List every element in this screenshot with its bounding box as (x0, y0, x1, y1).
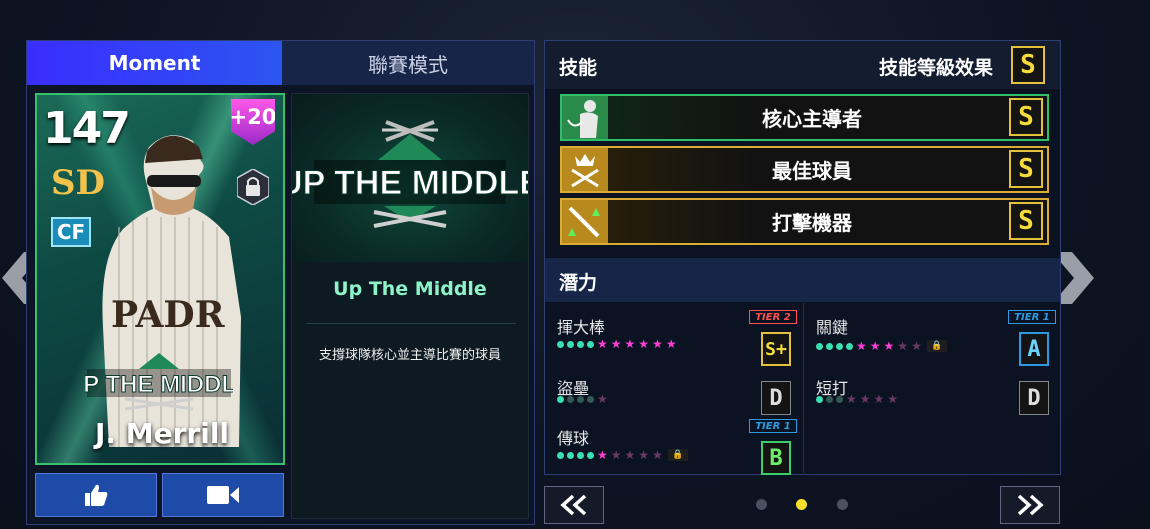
skills-title: 技能 (559, 57, 598, 79)
potential-item-throwing[interactable]: 傳球 TIER 1 ★ ★ ★ ★ ★ 🔒 B (557, 419, 802, 475)
potential-grade: S+ (761, 332, 791, 366)
tab-league-mode[interactable]: 聯賽模式 (282, 41, 534, 85)
svg-text:UP THE MIDDLE: UP THE MIDDLE (292, 164, 528, 202)
divider (306, 323, 516, 324)
potential-title: 潛力 (559, 272, 598, 294)
potential-label: 揮大棒 (557, 318, 606, 337)
skin-description: 支撐球隊核心並主導比賽的球員 (318, 348, 501, 363)
potential-grade: D (761, 381, 791, 415)
potential-label: 傳球 (557, 429, 590, 448)
double-chevron-left-icon (560, 494, 587, 516)
svg-text:PADR: PADR (111, 294, 226, 336)
potential-grade: D (1019, 381, 1049, 415)
previous-page-button[interactable] (544, 486, 604, 524)
svg-text:UP THE MIDDLE: UP THE MIDDLE (85, 371, 233, 398)
skill-row-core-leader[interactable]: 核心主導者 S (560, 94, 1049, 141)
lock-icon: 🔒 (926, 340, 947, 352)
skill-name: 打擊機器 (772, 211, 852, 235)
double-chevron-right-icon (1017, 494, 1044, 516)
tier-badge: TIER 1 (749, 419, 797, 433)
pitcher-player-icon (562, 96, 608, 139)
divider (803, 303, 804, 473)
player-card-panel: Moment 聯賽模式 PADR 147 SD CF +20 THE MIDD … (26, 40, 535, 525)
player-card[interactable]: PADR 147 SD CF +20 UP THE MIDDLE J. Merr… (35, 93, 285, 465)
skill-name: 最佳球員 (772, 159, 852, 183)
overall-rating: 147 (43, 103, 131, 154)
page-dot-2[interactable] (796, 499, 807, 510)
team-logo: SD (51, 163, 106, 203)
up-the-middle-emblem: UP THE MIDDLE (292, 94, 528, 262)
skin-info-panel: UP THE MIDDLE Up The Middle 支撐球隊核心並主導比賽的… (291, 93, 529, 519)
video-camera-icon (207, 486, 239, 504)
potential-rating: ★ ★ ★ ★ (816, 393, 898, 405)
video-button[interactable] (162, 473, 284, 517)
potential-rating: ★ ★ ★ ★ ★ 🔒 (557, 449, 688, 461)
crown-bats-icon (562, 148, 608, 191)
skin-title: Up The Middle (333, 278, 487, 300)
tab-moment[interactable]: Moment (27, 41, 282, 85)
potential-rating: ★ ★ ★ ★ ★ ★ (557, 338, 677, 350)
potential-rating: ★ ★ ★ ★ ★ 🔒 (816, 340, 947, 352)
position-badge: CF (51, 217, 91, 247)
potential-item-bunt[interactable]: 短打 ★ ★ ★ ★ D (816, 371, 1061, 425)
skill-grade: S (1009, 98, 1043, 136)
skills-panel: 技能 技能等級效果 S 核心主導者 S 最佳球員 S 打擊機器 S 潛力 揮大棒… (544, 40, 1061, 475)
skill-grade: S (1009, 202, 1043, 240)
potential-header: 潛力 (545, 258, 1060, 302)
thumbs-up-icon (85, 484, 108, 506)
skill-row-best-player[interactable]: 最佳球員 S (560, 146, 1049, 193)
next-page-button[interactable] (1000, 486, 1060, 524)
like-button[interactable] (35, 473, 157, 517)
skill-name: 核心主導者 (762, 107, 862, 131)
up-the-middle-card-emblem: UP THE MIDDLE (85, 353, 233, 411)
skill-row-hitting-machine[interactable]: 打擊機器 S (560, 198, 1049, 245)
page-dot-3[interactable] (837, 499, 848, 510)
potential-rating: ★ (557, 393, 608, 405)
player-name: J. Merrill (94, 417, 230, 450)
lock-icon (237, 169, 269, 205)
skill-level-effect-label: 技能等級效果 (879, 57, 994, 79)
skill-grade: S (1009, 150, 1043, 188)
skill-level-grade[interactable]: S (1011, 46, 1045, 84)
bat-arrows-icon (562, 200, 608, 243)
lock-icon: 🔒 (667, 449, 688, 461)
potential-item-steal[interactable]: 盜壘 ★ D (557, 371, 802, 425)
potential-label: 關鍵 (816, 318, 849, 337)
potential-item-clutch[interactable]: 關鍵 TIER 1 ★ ★ ★ ★ ★ 🔒 A (816, 310, 1061, 366)
skills-header: 技能 技能等級效果 S (545, 41, 1060, 89)
potential-grade: B (761, 441, 791, 475)
tier-badge: TIER 1 (1008, 310, 1056, 324)
mode-tabs: Moment 聯賽模式 (27, 41, 534, 85)
tier-badge: TIER 2 (749, 310, 797, 324)
page-dot-1[interactable] (756, 499, 767, 510)
potential-item-power[interactable]: 揮大棒 TIER 2 ★ ★ ★ ★ ★ ★ S+ (557, 310, 802, 366)
pager (544, 485, 1061, 525)
potential-grade: A (1019, 332, 1049, 366)
